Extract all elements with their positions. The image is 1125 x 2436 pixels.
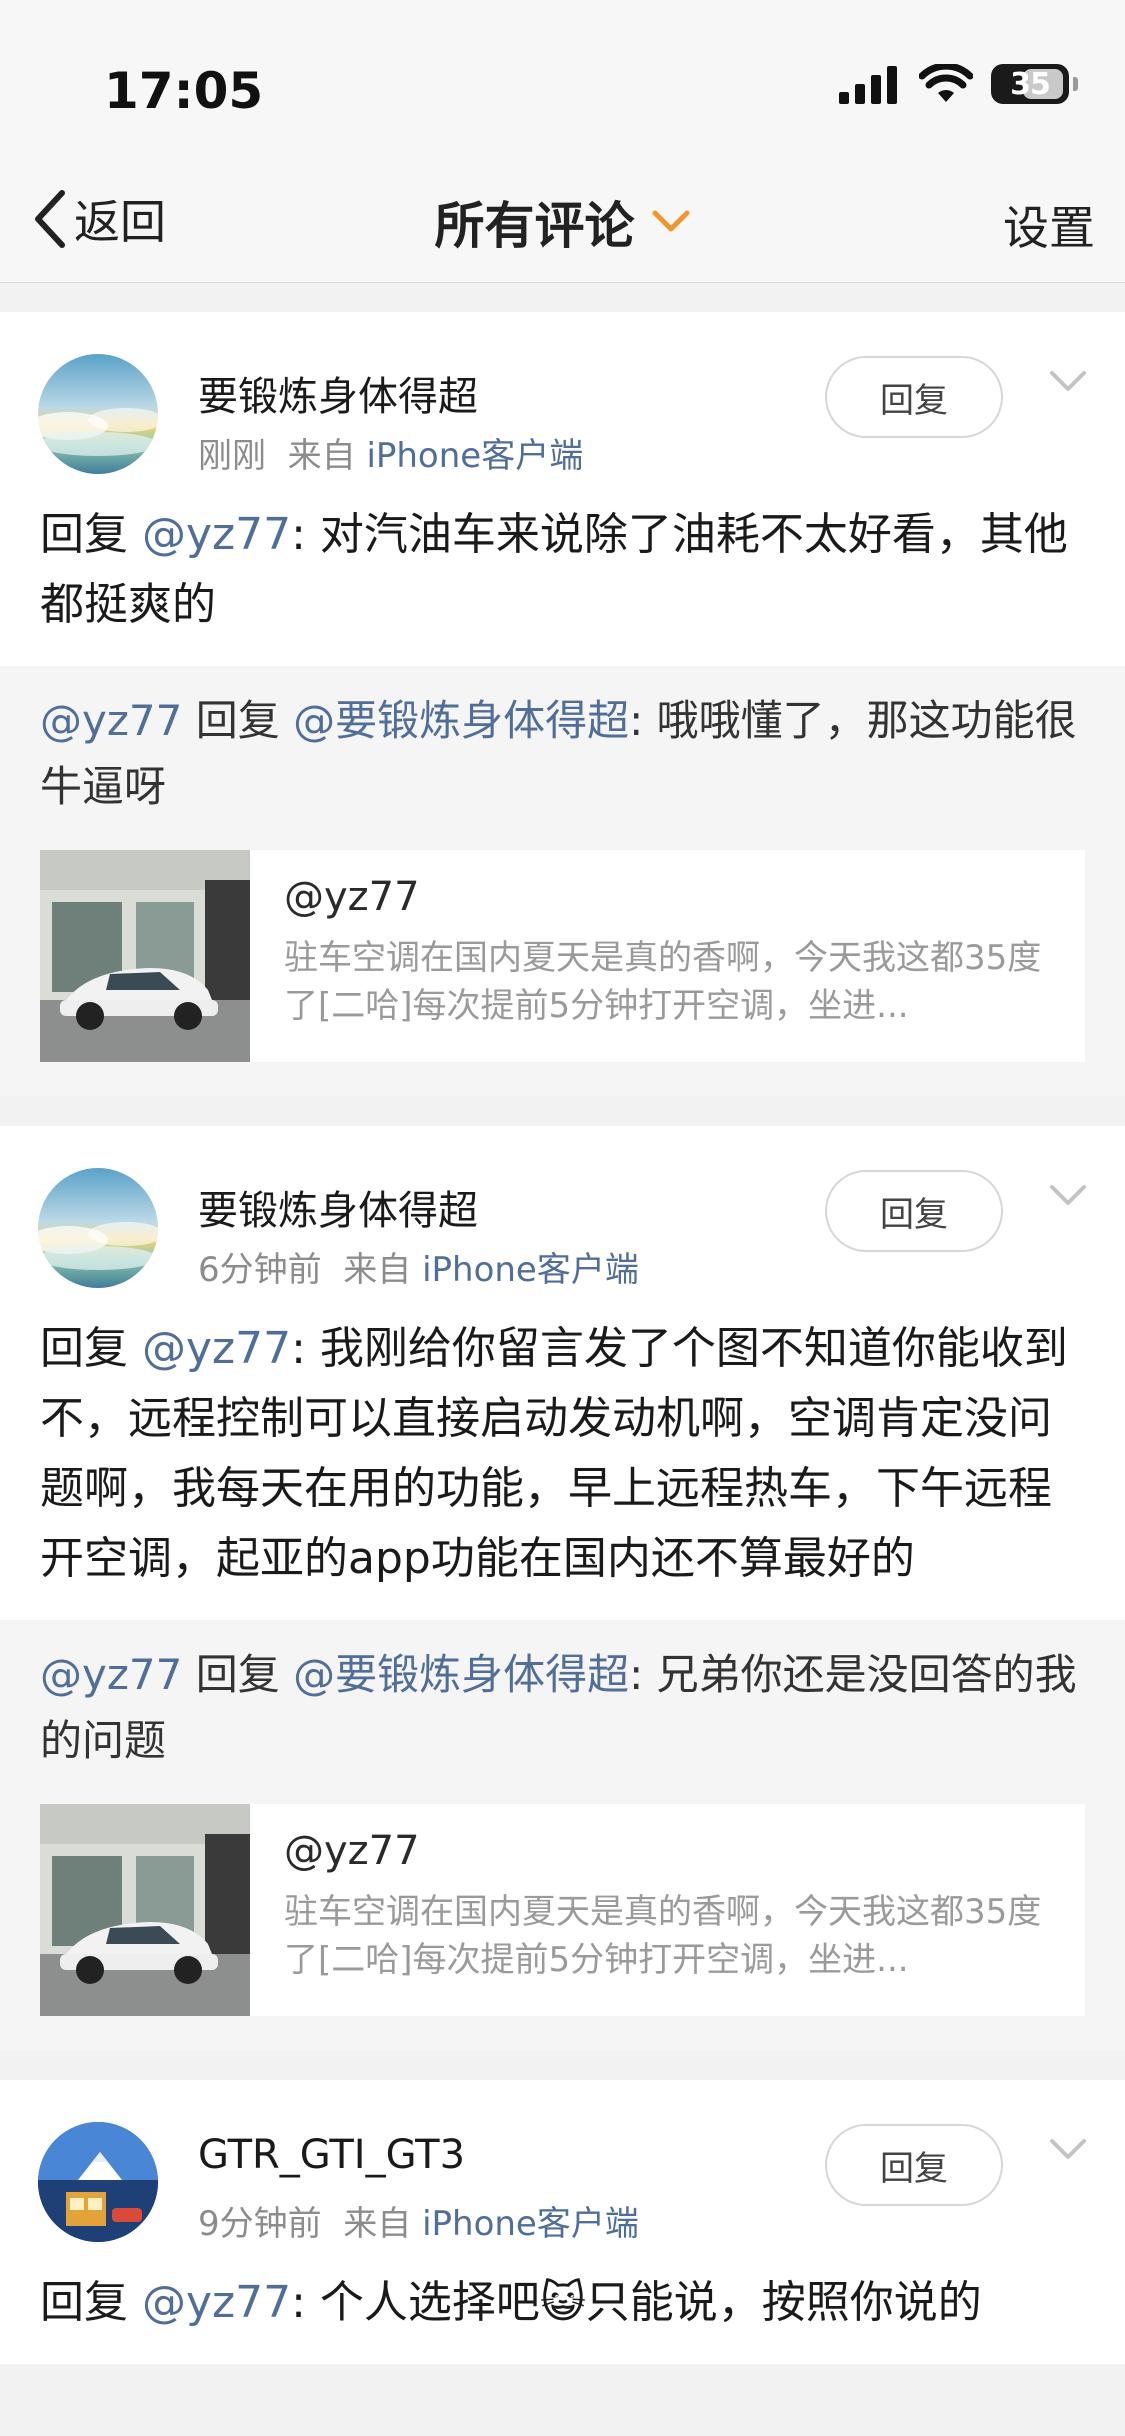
settings-button[interactable]: 设置 [1003,192,1095,258]
signal-icon [839,66,897,104]
quoted-reply[interactable]: @yz77 回复 @要锻炼身体得超: 哦哦懂了，那这功能很牛逼呀 @yz77 驻… [0,666,1125,1096]
status-bar: 17:05 35 [0,0,1125,160]
reply-button[interactable]: 回复 [825,1170,1003,1252]
shared-post-body: @yz77 驻车空调在国内夏天是真的香啊，今天我这都35度了[二哈]每次提前5分… [250,850,1078,1062]
reply-prefix: 回复 [40,1323,128,1374]
quote-text: @yz77 回复 @要锻炼身体得超: 兄弟你还是没回答的我的问题 [40,1642,1085,1774]
reply-button[interactable]: 回复 [825,356,1003,438]
comment-card: GTR_GTI_GT3 9分钟前 来自 iPhone客户端 回复 回复 @yz7… [0,2080,1125,2364]
chevron-down-icon [652,210,689,232]
comment-meta: 6分钟前 来自 iPhone客户端 [198,1242,639,1291]
status-icons: 35 [839,64,1078,104]
quote-connector: 回复 [182,696,294,745]
status-time: 17:05 [104,62,264,120]
battery-level: 35 [1010,66,1051,102]
shared-post-text: 驻车空调在国内夏天是真的香啊，今天我这都35度了[二哈]每次提前5分钟打开空调，… [284,938,1042,1026]
quoted-reply[interactable]: @yz77 回复 @要锻炼身体得超: 兄弟你还是没回答的我的问题 @yz77 驻… [0,1620,1125,2050]
comment-meta: 9分钟前 来自 iPhone客户端 [198,2196,639,2245]
avatar[interactable] [38,354,158,474]
comment-filter-dropdown[interactable]: 所有评论 [0,186,1125,258]
comment-feed: 要锻炼身体得超 刚刚 来自 iPhone客户端 回复 回复 @yz77: 对汽油… [0,312,1125,2364]
mention-link[interactable]: @yz77 [40,696,182,745]
comment-card: 要锻炼身体得超 6分钟前 来自 iPhone客户端 回复 回复 @yz77: 我… [0,1126,1125,2050]
comment-meta: 刚刚 来自 iPhone客户端 [198,428,583,477]
source-link[interactable]: iPhone客户端 [422,2204,639,2244]
comment-time: 9分钟前 [198,2204,322,2244]
source-link[interactable]: iPhone客户端 [366,436,583,476]
source-prefix: 来自 [287,436,356,476]
mention-link[interactable]: @yz77 [40,1650,182,1699]
avatar[interactable] [38,1168,158,1288]
quote-text: @yz77 回复 @要锻炼身体得超: 哦哦懂了，那这功能很牛逼呀 [40,688,1085,820]
shared-post-card[interactable]: @yz77 驻车空调在国内夏天是真的香啊，今天我这都35度了[二哈]每次提前5分… [40,850,1085,1062]
shared-post-body: @yz77 驻车空调在国内夏天是真的香啊，今天我这都35度了[二哈]每次提前5分… [250,1804,1078,2016]
shared-post-user: @yz77 [284,1828,420,1874]
mention-link[interactable]: @要锻炼身体得超 [293,1650,629,1699]
chevron-down-icon[interactable] [1049,370,1087,394]
comment-header: 要锻炼身体得超 6分钟前 来自 iPhone客户端 回复 [0,1126,1125,1290]
comment-body: 回复 @yz77: 对汽油车来说除了油耗不太好看，其他都挺爽的 [0,462,1125,666]
chevron-down-icon[interactable] [1049,1184,1087,1208]
shared-post-card[interactable]: @yz77 驻车空调在国内夏天是真的香啊，今天我这都35度了[二哈]每次提前5分… [40,1804,1085,2016]
comment-card: 要锻炼身体得超 刚刚 来自 iPhone客户端 回复 回复 @yz77: 对汽油… [0,312,1125,1096]
comment-header: 要锻炼身体得超 刚刚 来自 iPhone客户端 回复 [0,312,1125,476]
avatar[interactable] [38,2122,158,2242]
comment-text: : 个人选择吧😺只能说，按照你说的 [291,2277,982,2328]
comment-body: 回复 @yz77: 个人选择吧😺只能说，按照你说的 [0,2230,1125,2364]
username[interactable]: 要锻炼身体得超 [198,364,478,422]
quote-connector: 回复 [182,1650,294,1699]
post-thumbnail [40,1804,250,2016]
wifi-icon [919,64,973,102]
page-title: 所有评论 [434,197,635,255]
divider [0,2050,1125,2080]
mention-link[interactable]: @yz77 [142,1323,291,1374]
comment-header: GTR_GTI_GT3 9分钟前 来自 iPhone客户端 回复 [0,2080,1125,2244]
username[interactable]: 要锻炼身体得超 [198,1178,478,1236]
nav-bar: 返回 所有评论 设置 [0,160,1125,283]
username[interactable]: GTR_GTI_GT3 [198,2132,465,2178]
mention-link[interactable]: @要锻炼身体得超 [293,696,629,745]
shared-post-text: 驻车空调在国内夏天是真的香啊，今天我这都35度了[二哈]每次提前5分钟打开空调，… [284,1892,1042,1980]
source-prefix: 来自 [343,1250,412,1290]
reply-prefix: 回复 [40,509,128,560]
comment-time: 刚刚 [198,436,266,476]
post-thumbnail [40,850,250,1062]
source-prefix: 来自 [343,2204,412,2244]
comment-body: 回复 @yz77: 我刚给你留言发了个图不知道你能收到不，远程控制可以直接启动发… [0,1276,1125,1620]
reply-button[interactable]: 回复 [825,2124,1003,2206]
source-link[interactable]: iPhone客户端 [422,1250,639,1290]
shared-post-user: @yz77 [284,874,420,920]
battery-icon: 35 [991,64,1078,104]
reply-prefix: 回复 [40,2277,128,2328]
divider [0,1096,1125,1126]
mention-link[interactable]: @yz77 [142,509,291,560]
mention-link[interactable]: @yz77 [142,2277,291,2328]
comment-time: 6分钟前 [198,1250,322,1290]
chevron-down-icon[interactable] [1049,2138,1087,2162]
